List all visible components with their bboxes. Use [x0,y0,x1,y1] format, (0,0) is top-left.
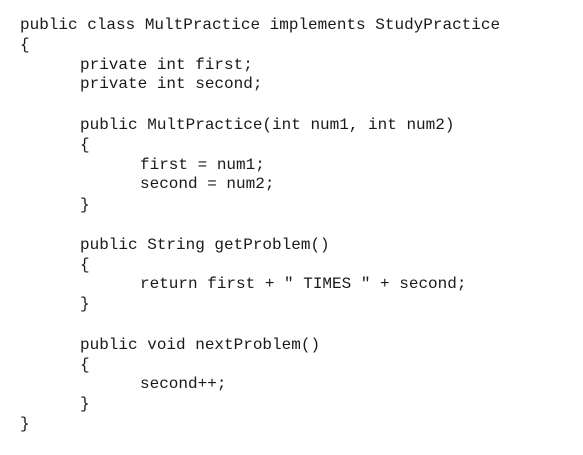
code-line-getproblem-close-brace: } [80,295,90,313]
code-line-assign-first: first = num1; [140,156,265,174]
code-line-getproblem-open-brace: { [80,256,90,274]
code-line-assign-second: second = num2; [140,175,275,193]
code-listing: public class MultPractice implements Stu… [0,0,583,455]
code-line-class-close-brace: } [20,415,30,433]
code-line-getproblem-signature: public String getProblem() [80,236,330,254]
code-line-nextproblem-signature: public void nextProblem() [80,336,321,354]
code-line-constructor-open-brace: { [80,136,90,154]
code-line-class-open-brace: { [20,36,30,54]
code-line-class-declaration: public class MultPractice implements Stu… [20,16,501,34]
code-line-return-statement: return first + " TIMES " + second; [140,275,467,293]
code-line-constructor-close-brace: } [80,196,90,214]
code-line-nextproblem-close-brace: } [80,395,90,413]
code-line-field-second: private int second; [80,75,263,93]
code-line-increment-second: second++; [140,375,227,393]
code-line-nextproblem-open-brace: { [80,356,90,374]
code-line-field-first: private int first; [80,56,253,74]
code-line-constructor-signature: public MultPractice(int num1, int num2) [80,116,455,134]
